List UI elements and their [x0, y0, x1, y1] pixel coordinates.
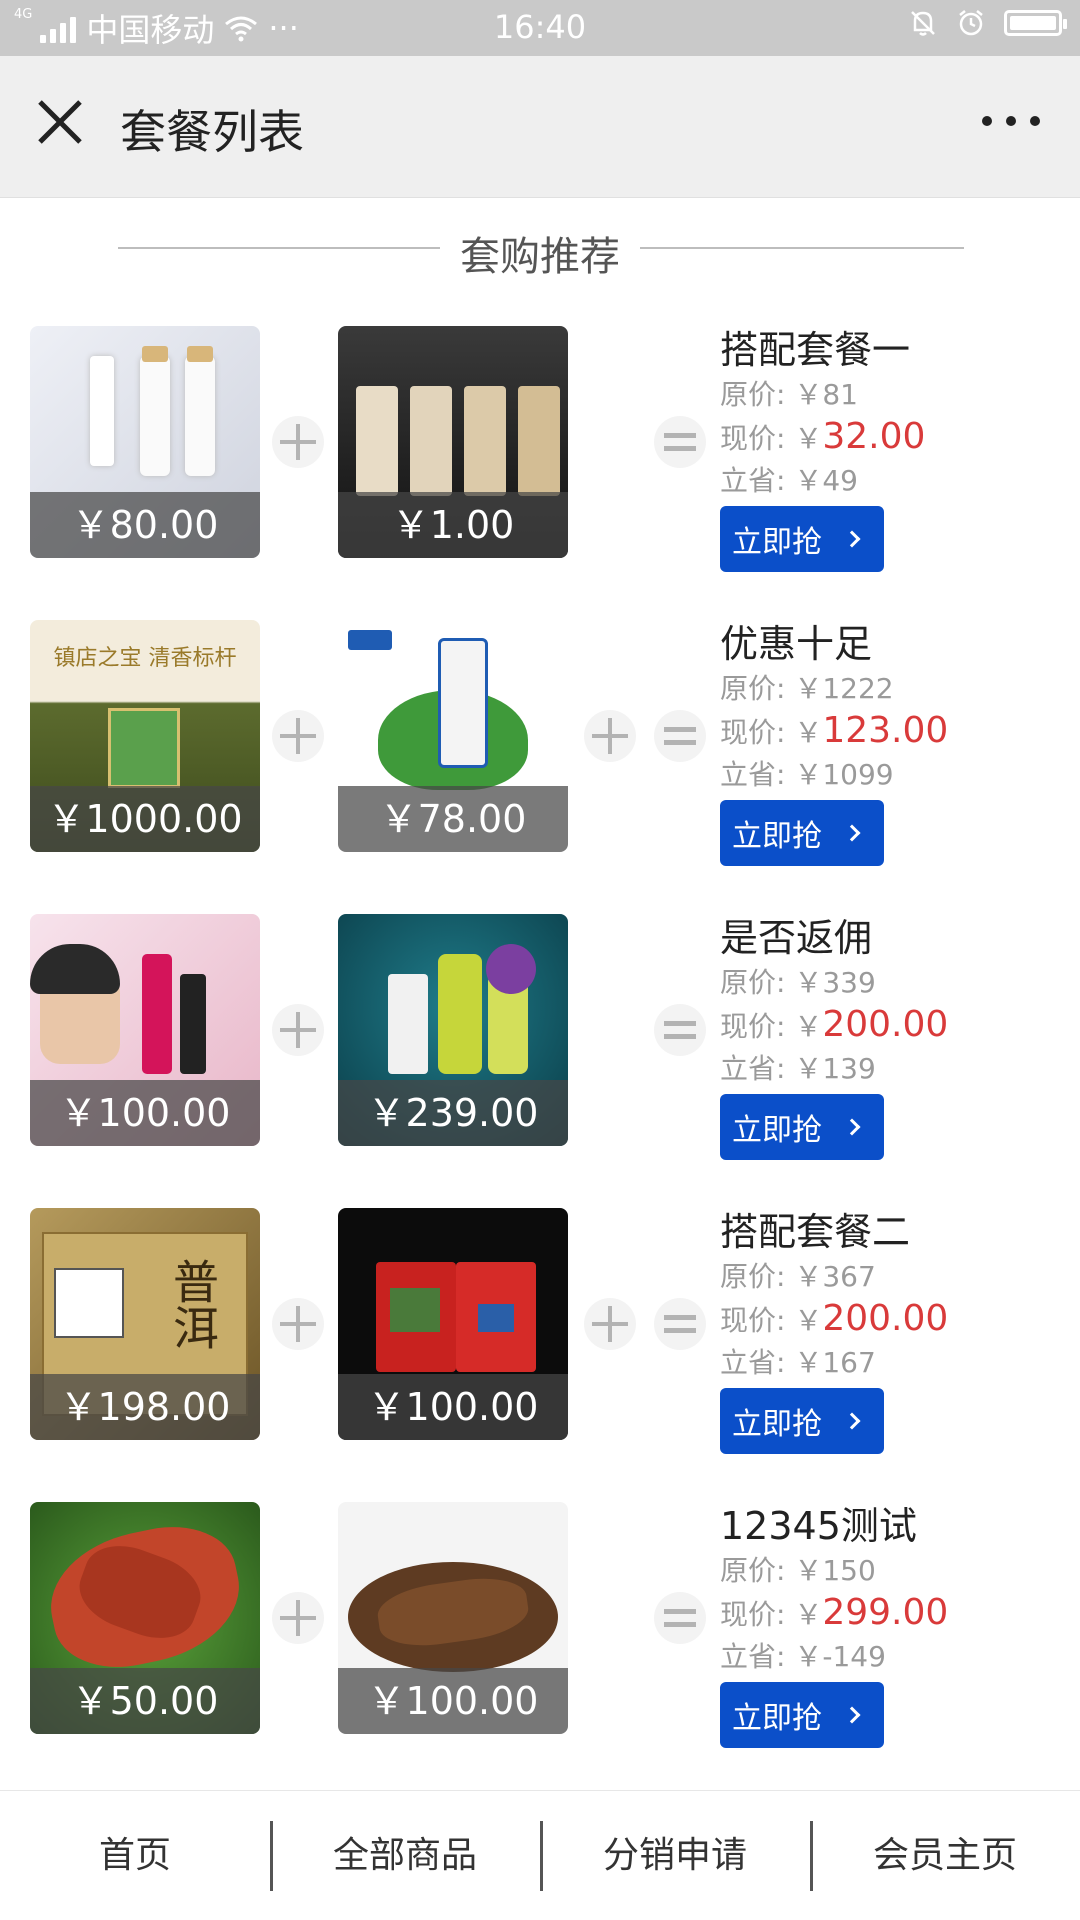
status-right [908, 8, 1067, 38]
plus-icon [272, 710, 324, 762]
package-item: 镇店之宝 清香标杆 ￥1000.00 ￥78.00 优惠十足 原价: ￥1222… [0, 620, 1080, 866]
product-price: ￥1000.00 [30, 786, 260, 852]
product-price: ￥100.00 [338, 1374, 568, 1440]
product-image-1[interactable]: 普洱 ￥198.00 [30, 1208, 260, 1440]
battery-icon [1004, 10, 1067, 36]
product-price: ￥80.00 [30, 492, 260, 558]
equals-icon [654, 1592, 706, 1644]
plus-icon [272, 1004, 324, 1056]
product-image-1[interactable]: ￥50.00 [30, 1502, 260, 1734]
current-price: 现价: ￥200.00 [720, 1298, 949, 1339]
current-price: 现价: ￥123.00 [720, 710, 949, 751]
bottom-nav: 首页 全部商品 分销申请 会员主页 [0, 1790, 1080, 1920]
section-heading: 套购推荐 [0, 222, 1080, 280]
product-price: ￥78.00 [338, 786, 568, 852]
nav-member-home[interactable]: 会员主页 [810, 1820, 1080, 1891]
product-price: ￥198.00 [30, 1374, 260, 1440]
saved-amount: 立省: ￥-149 [720, 1640, 886, 1673]
product-price: ￥100.00 [338, 1668, 568, 1734]
package-item: ￥80.00 ￥1.00 搭配套餐一 原价: ￥81 现价: ￥32.00 立省… [0, 326, 1080, 572]
product-image-2[interactable]: ￥1.00 [338, 326, 568, 558]
nav-distribution-apply[interactable]: 分销申请 [540, 1820, 810, 1891]
plus-icon [584, 1298, 636, 1350]
original-price: 原价: ￥81 [720, 378, 858, 411]
page-title: 套餐列表 [120, 105, 304, 159]
nav-home[interactable]: 首页 [0, 1821, 270, 1891]
package-info: 12345测试 原价: ￥150 现价: ￥299.00 立省: ￥-149 立… [720, 1502, 1060, 1748]
package-name: 搭配套餐二 [720, 1210, 911, 1254]
package-item: 普洱 ￥198.00 ￥100.00 搭配套餐二 原价: ￥367 现价: ￥2… [0, 1208, 1080, 1454]
buy-now-button[interactable]: 立即抢 [720, 1682, 884, 1748]
equals-icon [654, 1298, 706, 1350]
plus-icon [584, 710, 636, 762]
original-price: 原价: ￥367 [720, 1260, 876, 1293]
saved-amount: 立省: ￥49 [720, 464, 858, 497]
chevron-right-icon [843, 824, 861, 842]
package-info: 搭配套餐二 原价: ￥367 现价: ￥200.00 立省: ￥167 立即抢 [720, 1208, 1060, 1454]
saved-amount: 立省: ￥167 [720, 1346, 876, 1379]
equals-icon [654, 416, 706, 468]
buy-now-button[interactable]: 立即抢 [720, 1094, 884, 1160]
current-price: 现价: ￥32.00 [720, 416, 926, 457]
buy-now-button[interactable]: 立即抢 [720, 800, 884, 866]
package-info: 搭配套餐一 原价: ￥81 现价: ￥32.00 立省: ￥49 立即抢 [720, 326, 1060, 572]
section-title: 套购推荐 [460, 234, 620, 280]
package-name: 优惠十足 [720, 622, 873, 666]
product-image-1[interactable]: ￥80.00 [30, 326, 260, 558]
saved-amount: 立省: ￥139 [720, 1052, 876, 1085]
plus-icon [272, 1592, 324, 1644]
chevron-right-icon [843, 530, 861, 548]
product-price: ￥50.00 [30, 1668, 260, 1734]
buy-now-button[interactable]: 立即抢 [720, 506, 884, 572]
product-price: ￥100.00 [30, 1080, 260, 1146]
chevron-right-icon [843, 1412, 861, 1430]
package-info: 是否返佣 原价: ￥339 现价: ￥200.00 立省: ￥139 立即抢 [720, 914, 1060, 1160]
original-price: 原价: ￥150 [720, 1554, 876, 1587]
title-bar: 套餐列表 [0, 56, 1080, 198]
alarm-icon [959, 10, 983, 36]
chevron-right-icon [843, 1706, 861, 1724]
equals-icon [654, 710, 706, 762]
original-price: 原价: ￥1222 [720, 672, 894, 705]
package-info: 优惠十足 原价: ￥1222 现价: ￥123.00 立省: ￥1099 立即抢 [720, 620, 1060, 866]
close-icon[interactable] [34, 96, 86, 148]
product-image-2[interactable]: ￥100.00 [338, 1208, 568, 1440]
current-price: 现价: ￥299.00 [720, 1592, 949, 1633]
nav-all-products[interactable]: 全部商品 [270, 1820, 540, 1891]
saved-amount: 立省: ￥1099 [720, 758, 894, 791]
product-image-1[interactable]: ￥100.00 [30, 914, 260, 1146]
package-name: 搭配套餐一 [720, 328, 911, 372]
product-image-2[interactable]: ￥78.00 [338, 620, 568, 852]
more-options-icon[interactable] [982, 116, 1040, 126]
plus-icon [272, 416, 324, 468]
package-item: ￥100.00 ￥239.00 是否返佣 原价: ￥339 现价: ￥200.0… [0, 914, 1080, 1160]
divider-right [640, 247, 964, 249]
original-price: 原价: ￥339 [720, 966, 876, 999]
buy-now-button[interactable]: 立即抢 [720, 1388, 884, 1454]
package-name: 12345测试 [720, 1504, 917, 1548]
chevron-right-icon [843, 1118, 861, 1136]
product-price: ￥1.00 [338, 492, 568, 558]
package-name: 是否返佣 [720, 916, 873, 960]
product-image-2[interactable]: ￥100.00 [338, 1502, 568, 1734]
product-image-2[interactable]: ￥239.00 [338, 914, 568, 1146]
current-price: 现价: ￥200.00 [720, 1004, 949, 1045]
mute-bell-icon [911, 11, 935, 36]
equals-icon [654, 1004, 706, 1056]
product-price: ￥239.00 [338, 1080, 568, 1146]
package-item: ￥50.00 ￥100.00 12345测试 原价: ￥150 现价: ￥299… [0, 1502, 1080, 1748]
product-image-1[interactable]: 镇店之宝 清香标杆 ￥1000.00 [30, 620, 260, 852]
status-bar: 4G 中国移动 ··· 16:40 [0, 0, 1080, 56]
plus-icon [272, 1298, 324, 1350]
